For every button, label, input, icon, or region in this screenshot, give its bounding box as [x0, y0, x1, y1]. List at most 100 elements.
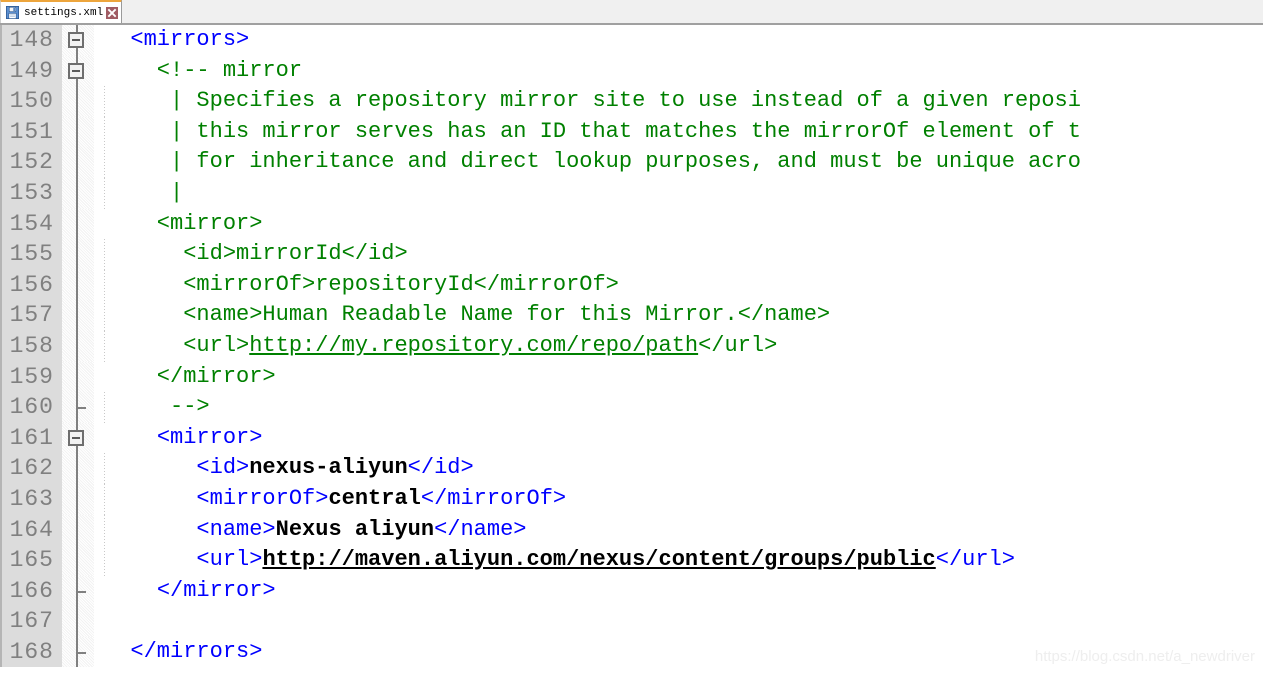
code-text[interactable]: <id>nexus-aliyun</id>: [94, 453, 1263, 484]
code-line[interactable]: 164 <name>Nexus aliyun</name>: [0, 514, 1263, 546]
code-text[interactable]: <id>mirrorId</id>: [94, 239, 1263, 270]
tab-settings-xml[interactable]: settings.xml: [0, 0, 123, 23]
code-token-tag: </id>: [407, 455, 474, 481]
code-text[interactable]: | this mirror serves has an ID that matc…: [94, 116, 1263, 148]
code-line[interactable]: 163 <mirrorOf>central</mirrorOf>: [0, 483, 1263, 515]
code-token-tag: </name>: [434, 516, 527, 542]
code-line[interactable]: 154 <mirror>: [0, 208, 1263, 240]
line-number: 155: [0, 239, 62, 270]
code-token-val: nexus-aliyun: [249, 455, 408, 481]
code-text[interactable]: |: [94, 177, 1263, 209]
code-token-val: Nexus aliyun: [275, 516, 435, 542]
fold-end-marker: [62, 575, 94, 607]
code-line[interactable]: 153 |: [0, 177, 1263, 209]
code-line[interactable]: 148 <mirrors>: [0, 25, 1263, 56]
code-token-cmt: </url>: [698, 332, 778, 358]
code-text[interactable]: <!-- mirror: [94, 56, 1263, 87]
code-line[interactable]: 149 <!-- mirror: [0, 55, 1263, 87]
code-line[interactable]: 158 <url>http://my.repository.com/repo/p…: [0, 330, 1263, 362]
line-number: 153: [0, 177, 62, 209]
code-token-cmt: <url>: [104, 332, 250, 358]
fold-spine: [62, 239, 94, 270]
code-line[interactable]: 160 -->: [0, 392, 1263, 423]
code-line[interactable]: 161 <mirror>: [0, 422, 1263, 454]
code-text[interactable]: | Specifies a repository mirror site to …: [94, 86, 1263, 117]
code-token-cmt: | this mirror serves has an ID that matc…: [104, 118, 1081, 144]
fold-spine: [62, 208, 94, 240]
code-token-cmt: <mirror>: [104, 210, 263, 236]
code-text[interactable]: | for inheritance and direct lookup purp…: [94, 147, 1263, 178]
code-line[interactable]: 162 <id>nexus-aliyun</id>: [0, 453, 1263, 484]
fold-toggle-icon[interactable]: [62, 422, 94, 454]
code-line[interactable]: 167: [0, 606, 1263, 637]
code-token-cmt: | Specifies a repository mirror site to …: [104, 88, 1081, 114]
code-line[interactable]: 166 </mirror>: [0, 575, 1263, 607]
code-lines-container[interactable]: 148 <mirrors> 149 <!-- mirror 150 | Specif…: [0, 25, 1263, 679]
fold-spine: [62, 147, 94, 178]
code-text[interactable]: [94, 606, 1263, 637]
code-line[interactable]: 157 <name>Human Readable Name for this M…: [0, 300, 1263, 331]
code-text[interactable]: <mirrorOf>repositoryId</mirrorOf>: [94, 269, 1263, 301]
close-x-icon[interactable]: [106, 6, 119, 19]
fold-toggle-icon[interactable]: [62, 55, 94, 87]
code-text[interactable]: <url>http://my.repository.com/repo/path<…: [94, 330, 1263, 362]
code-line[interactable]: 165 <url>http://maven.aliyun.com/nexus/c…: [0, 545, 1263, 576]
code-text[interactable]: <mirror>: [94, 423, 1263, 454]
code-line[interactable]: 159 </mirror>: [0, 361, 1263, 393]
code-token-cmt: | for inheritance and direct lookup purp…: [104, 149, 1081, 175]
fold-spine: [62, 483, 94, 515]
fold-toggle-icon[interactable]: [62, 25, 94, 56]
code-line[interactable]: 150 | Specifies a repository mirror site…: [0, 86, 1263, 117]
fold-spine: [62, 453, 94, 484]
line-number: 164: [0, 514, 62, 546]
line-number: 152: [0, 147, 62, 178]
code-token-tag: <url>: [196, 547, 263, 573]
code-text[interactable]: </mirror>: [94, 576, 1263, 607]
code-text[interactable]: </mirrors>: [94, 637, 1263, 668]
code-text[interactable]: </mirror>: [94, 362, 1263, 393]
code-token-tag: <mirrorOf>: [196, 485, 329, 511]
code-editor[interactable]: 148 <mirrors> 149 <!-- mirror 150 | Specif…: [0, 25, 1263, 679]
code-line[interactable]: 155 <id>mirrorId</id>: [0, 239, 1263, 270]
code-token-cmt: <id>mirrorId</id>: [104, 241, 408, 267]
code-text[interactable]: -->: [94, 392, 1263, 423]
code-text[interactable]: <name>Human Readable Name for this Mirro…: [94, 300, 1263, 331]
fold-minus-icon[interactable]: [68, 32, 84, 49]
line-number: 165: [0, 545, 62, 576]
fold-end-tick-icon: [76, 590, 86, 593]
code-text[interactable]: <url>http://maven.aliyun.com/nexus/conte…: [94, 545, 1263, 576]
code-line[interactable]: 156 <mirrorOf>repositoryId</mirrorOf>: [0, 269, 1263, 301]
fold-spine: [62, 606, 94, 637]
line-number: 156: [0, 269, 62, 301]
code-text[interactable]: <name>Nexus aliyun</name>: [94, 514, 1263, 546]
code-token-tag: <mirror>: [156, 424, 263, 450]
code-token-cmt: |: [104, 179, 184, 205]
line-number: 166: [0, 575, 62, 607]
fold-spine: [62, 300, 94, 331]
code-line[interactable]: 152 | for inheritance and direct lookup …: [0, 147, 1263, 178]
line-number: 167: [0, 606, 62, 637]
fold-spine: [62, 269, 94, 301]
code-text[interactable]: <mirror>: [94, 209, 1263, 240]
code-token-tag: </mirror>: [156, 577, 276, 603]
code-line[interactable]: 168 </mirrors>: [0, 636, 1263, 668]
line-number: 161: [0, 422, 62, 454]
code-text[interactable]: <mirrorOf>central</mirrorOf>: [94, 483, 1263, 515]
code-line[interactable]: 151 | this mirror serves has an ID that …: [0, 116, 1263, 148]
line-number: 158: [0, 330, 62, 362]
fold-minus-icon[interactable]: [68, 62, 84, 79]
line-number: 150: [0, 86, 62, 117]
line-number: 157: [0, 300, 62, 331]
line-number: 148: [0, 25, 62, 56]
code-token-tag: </mirrors>: [130, 638, 263, 664]
fold-spine: [62, 177, 94, 209]
code-text[interactable]: <mirrors>: [94, 25, 1263, 56]
fold-minus-icon[interactable]: [68, 430, 84, 447]
fold-spine: [62, 116, 94, 148]
line-number: 168: [0, 636, 62, 668]
code-token-tag: <name>: [196, 516, 276, 542]
code-token-cmt: <!-- mirror: [104, 57, 303, 83]
